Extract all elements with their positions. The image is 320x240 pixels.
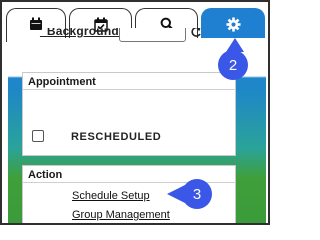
rescheduled-checkbox[interactable]: [32, 130, 44, 142]
screenshot-frame: _Backgrounds Appointment RESCHEDULED Act…: [0, 0, 270, 225]
schedule-setup-link[interactable]: Schedule Setup: [72, 190, 150, 202]
backgrounds-input[interactable]: [119, 28, 186, 42]
appointment-divider: [23, 89, 235, 90]
callout-badge-3: 3: [182, 179, 212, 209]
action-title: Action: [28, 169, 63, 181]
refresh-icon[interactable]: [190, 28, 202, 43]
appointment-card: Appointment RESCHEDULED: [22, 72, 236, 156]
rescheduled-label: RESCHEDULED: [71, 131, 162, 143]
group-management-link[interactable]: Group Management: [72, 209, 170, 221]
callout-badge-2: 2: [218, 50, 248, 80]
backgrounds-row: _Backgrounds: [22, 28, 242, 46]
appointment-title: Appointment: [28, 76, 96, 88]
backgrounds-label: _Backgrounds: [40, 28, 126, 38]
